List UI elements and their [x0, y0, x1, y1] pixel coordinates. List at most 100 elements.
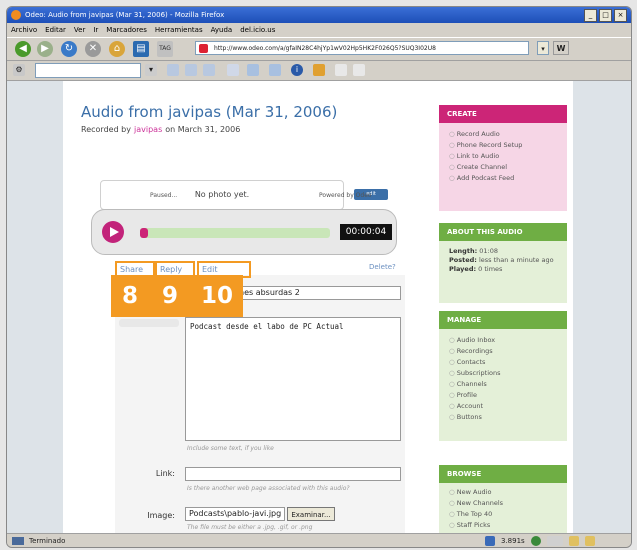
sidebar-item-new-channels[interactable]: New Channels [449, 498, 567, 509]
info-icon[interactable]: i [291, 64, 303, 76]
toolbar-highlight-icon[interactable] [227, 64, 239, 76]
toolbar-search-icon[interactable] [247, 64, 259, 76]
sidebar-item-buttons[interactable]: Buttons [449, 412, 567, 423]
status-text: Terminado [29, 537, 66, 545]
description-label-placeholder [119, 319, 179, 327]
menu-delicious[interactable]: del.icio.us [240, 23, 275, 37]
player-status: Paused... [150, 192, 178, 199]
manage-box: MANAGE Audio Inbox Recordings Contacts S… [439, 311, 567, 441]
toolbar-dropdown-icon[interactable]: ▾ [145, 64, 157, 76]
status-speed: 3.891s [501, 537, 525, 545]
browse-file-button[interactable]: Examinar... [287, 507, 335, 521]
stop-icon[interactable]: ✕ [85, 41, 101, 57]
sidebar-item-profile[interactable]: Profile [449, 390, 567, 401]
recorded-user-link[interactable]: javipas [134, 125, 162, 134]
status-tray2-icon [584, 536, 595, 546]
status-toggle-icon[interactable] [546, 536, 563, 546]
sidebar: CREATE Record Audio Phone Record Setup L… [439, 81, 573, 533]
status-bar: Terminado 3.891s [7, 533, 631, 547]
toolbar-erase-icon[interactable] [353, 64, 365, 76]
audio-player: 00:00:04 [91, 209, 397, 255]
sidebar-item-new-audio[interactable]: New Audio [449, 487, 567, 498]
menu-ir[interactable]: Ir [93, 23, 98, 37]
maximize-button[interactable]: □ [599, 9, 612, 22]
minimize-button[interactable]: _ [584, 9, 597, 22]
posted-value: less than a minute ago [478, 256, 554, 264]
recorded-prefix: Recorded by [81, 125, 131, 134]
toolbar-user-icon[interactable] [313, 64, 325, 76]
link-label: Link: [155, 469, 175, 478]
description-field[interactable]: Podcast desde el labo de PC Actual [185, 317, 401, 441]
photo-box: No photo yet. [100, 180, 344, 210]
sidebar-item-create-channel[interactable]: Create Channel [449, 162, 567, 173]
navigation-toolbar: ◀ ▶ ↻ ✕ ⌂ ▤ TAG http://www.odeo.com/a/gf… [7, 37, 631, 61]
home-icon[interactable]: ⌂ [109, 41, 125, 57]
close-button[interactable]: × [614, 9, 627, 22]
bookmark-icon[interactable]: ▤ [133, 41, 149, 57]
progress-fill [140, 228, 148, 238]
menu-marcadores[interactable]: Marcadores [106, 23, 147, 37]
play-button[interactable] [102, 221, 124, 243]
toolbar-search-input[interactable] [35, 63, 141, 78]
status-page-icon [12, 537, 24, 545]
toolbar-web-icon[interactable] [167, 64, 179, 76]
callout-badge-8: 8 [111, 275, 149, 317]
address-dropdown-icon[interactable]: ▾ [537, 41, 549, 55]
menu-ver[interactable]: Ver [74, 23, 85, 37]
played-stat: Played: 0 times [449, 265, 567, 274]
progress-track[interactable] [140, 228, 330, 238]
menu-herramientas[interactable]: Herramientas [155, 23, 203, 37]
length-value: 01:08 [479, 247, 498, 255]
toolbar-menu-icon[interactable]: ⚙ [13, 64, 25, 76]
sidebar-item-add-podcast-feed[interactable]: Add Podcast Feed [449, 173, 567, 184]
status-ok-icon [530, 536, 541, 546]
posted-stat: Posted: less than a minute ago [449, 256, 567, 265]
time-display: 00:00:04 [340, 224, 392, 240]
browser-window: Odeo: Audio from javipas (Mar 31, 2006) … [6, 6, 632, 548]
image-field[interactable]: Podcasts\pablo-javi.jpg [185, 507, 285, 521]
site-favicon [199, 44, 208, 53]
search-toolbar: ⚙ ▾ i [7, 60, 631, 81]
toolbar-search2-icon[interactable] [269, 64, 281, 76]
sidebar-item-channels[interactable]: Channels [449, 379, 567, 390]
image-hint: The file must be either a .jpg, .gif, or… [187, 524, 313, 531]
window-title: Odeo: Audio from javipas (Mar 31, 2006) … [25, 11, 225, 19]
no-photo-text: No photo yet. [194, 190, 250, 199]
menu-editar[interactable]: Editar [45, 23, 66, 37]
delete-link[interactable]: Delete? [369, 263, 396, 271]
reload-icon[interactable]: ↻ [61, 41, 77, 57]
menu-archivo[interactable]: Archivo [11, 23, 37, 37]
toolbar-pen-icon[interactable] [335, 64, 347, 76]
callout-badge-10: 10 [191, 275, 243, 317]
sidebar-item-record-audio[interactable]: Record Audio [449, 129, 567, 140]
recorded-suffix: on March 31, 2006 [165, 125, 241, 134]
create-header: CREATE [439, 105, 567, 123]
sidebar-item-account[interactable]: Account [449, 401, 567, 412]
manage-header: MANAGE [439, 311, 567, 329]
sidebar-item-recordings[interactable]: Recordings [449, 346, 567, 357]
firefox-icon [11, 10, 21, 20]
address-bar[interactable]: http://www.odeo.com/a/gfaIN28C4hjYp1wV02… [195, 41, 529, 55]
go-button[interactable]: W [553, 41, 569, 55]
sidebar-item-link-to-audio[interactable]: Link to Audio [449, 151, 567, 162]
sidebar-item-contacts[interactable]: Contacts [449, 357, 567, 368]
sidebar-item-top-40[interactable]: The Top 40 [449, 509, 567, 520]
toolbar-page-icon[interactable] [185, 64, 197, 76]
sidebar-item-subscriptions[interactable]: Subscriptions [449, 368, 567, 379]
forward-icon[interactable]: ▶ [37, 41, 53, 57]
about-box: ABOUT THIS AUDIO Length: 01:08 Posted: l… [439, 223, 567, 303]
image-label: Image: [147, 511, 175, 520]
title-field[interactable]: nes absurdas 2 [235, 286, 401, 300]
tag-icon[interactable]: TAG [157, 41, 173, 57]
toolbar-chat-icon[interactable] [203, 64, 215, 76]
description-hint: Include some text, if you like [187, 445, 274, 452]
menu-ayuda[interactable]: Ayuda [211, 23, 233, 37]
sidebar-item-audio-inbox[interactable]: Audio Inbox [449, 335, 567, 346]
sidebar-item-staff-picks[interactable]: Staff Picks [449, 520, 567, 531]
sidebar-item-phone-record-setup[interactable]: Phone Record Setup [449, 140, 567, 151]
link-field[interactable] [185, 467, 401, 481]
back-icon[interactable]: ◀ [15, 41, 31, 57]
callout-badge-9: 9 [149, 275, 191, 317]
length-label: Length: [449, 247, 478, 255]
title-bar: Odeo: Audio from javipas (Mar 31, 2006) … [7, 7, 631, 23]
